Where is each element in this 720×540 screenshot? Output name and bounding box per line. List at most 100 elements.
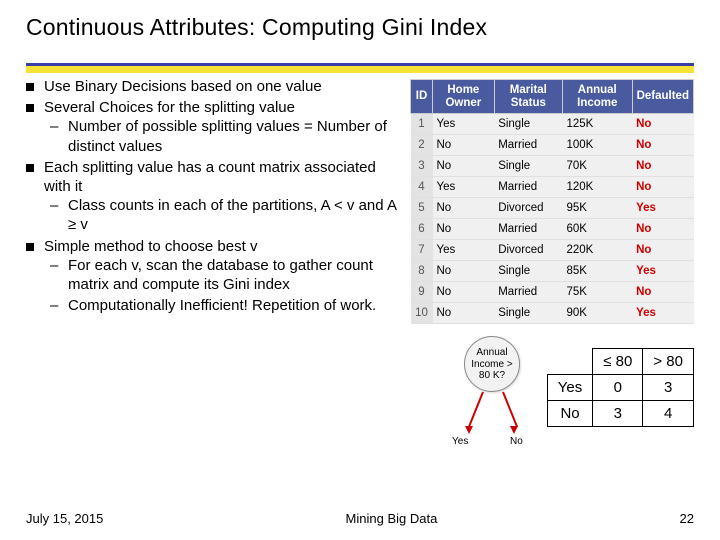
slide: Continuous Attributes: Computing Gini In… [0, 0, 720, 540]
table-cell: 95K [563, 198, 633, 219]
sub-bullet-text: Computationally Inefficient! Repetition … [68, 297, 376, 314]
table-row: 3NoSingle70KNo [411, 156, 694, 177]
bullet: Simple method to choose best v For each … [26, 237, 400, 316]
th-marital: Marital Status [494, 80, 562, 114]
table-row: 7YesDivorced220KNo [411, 240, 694, 261]
table-cell: 9 [411, 282, 433, 303]
table-cell: 5 [411, 198, 433, 219]
arrowhead-icon [510, 426, 518, 434]
count-matrix: ≤ 80 > 80 Yes 0 3 No 3 4 [547, 348, 694, 427]
data-table: ID Home Owner Marital Status Annual Inco… [410, 79, 694, 324]
table-cell: 125K [563, 114, 633, 135]
count-cell: 3 [643, 375, 694, 401]
bullet-text: Simple method to choose best v [44, 238, 257, 255]
table-cell: 75K [563, 282, 633, 303]
table-cell: Divorced [494, 198, 562, 219]
table-cell: No [632, 177, 693, 198]
branch-label-yes: Yes [452, 436, 468, 447]
table-cell: Yes [632, 303, 693, 324]
footer-center: Mining Big Data [346, 511, 438, 526]
table-row: 9NoMarried75KNo [411, 282, 694, 303]
footer-page: 22 [680, 511, 694, 526]
table-cell: Married [494, 135, 562, 156]
footer: July 15, 2015 Mining Big Data 22 [26, 511, 694, 526]
sub-bullet-text: For each v, scan the database to gather … [68, 257, 373, 293]
bullet-text: Use Binary Decisions based on one value [44, 78, 322, 95]
table-cell: No [433, 198, 495, 219]
table-row: 2NoMarried100KNo [411, 135, 694, 156]
table-cell: No [433, 156, 495, 177]
right-panel: ID Home Owner Marital Status Annual Inco… [406, 77, 694, 448]
table-cell: Yes [632, 261, 693, 282]
sub-bullet-text: Class counts in each of the partitions, … [68, 197, 396, 233]
table-cell: 90K [563, 303, 633, 324]
table-cell: Single [494, 114, 562, 135]
sub-bullet: For each v, scan the database to gather … [50, 256, 400, 294]
branch-label-no: No [510, 436, 523, 447]
table-cell: 1 [411, 114, 433, 135]
table-cell: 8 [411, 261, 433, 282]
th-home: Home Owner [433, 80, 495, 114]
count-cell: 4 [643, 401, 694, 427]
table-cell: Yes [433, 240, 495, 261]
table-cell: 7 [411, 240, 433, 261]
count-row-no: No [547, 401, 592, 427]
bullet-text: Several Choices for the splitting value [44, 99, 295, 116]
count-cell: 3 [593, 401, 643, 427]
bullet: Use Binary Decisions based on one value [26, 77, 400, 96]
table-row: 5NoDivorced95KYes [411, 198, 694, 219]
count-col-le80: ≤ 80 [593, 349, 643, 375]
table-cell: Yes [433, 177, 495, 198]
footer-date: July 15, 2015 [26, 511, 103, 526]
table-row: 1YesSingle125KNo [411, 114, 694, 135]
count-col-gt80: > 80 [643, 349, 694, 375]
table-cell: 85K [563, 261, 633, 282]
table-cell: 3 [411, 156, 433, 177]
table-cell: Single [494, 303, 562, 324]
table-cell: Married [494, 282, 562, 303]
table-cell: No [433, 219, 495, 240]
bullet-text: Each splitting value has a count matrix … [44, 159, 376, 195]
bullet: Each splitting value has a count matrix … [26, 158, 400, 235]
sub-bullet: Class counts in each of the partitions, … [50, 196, 400, 234]
table-cell: No [632, 114, 693, 135]
title-rule [26, 63, 694, 73]
branch-line-yes [468, 392, 484, 428]
th-income: Annual Income [563, 80, 633, 114]
table-cell: Yes [433, 114, 495, 135]
blank-cell [547, 349, 592, 375]
table-cell: No [433, 303, 495, 324]
table-cell: 60K [563, 219, 633, 240]
table-cell: Married [494, 219, 562, 240]
table-cell: 220K [563, 240, 633, 261]
sub-bullet: Computationally Inefficient! Repetition … [50, 296, 400, 315]
table-cell: 6 [411, 219, 433, 240]
branch-line-no [502, 392, 518, 428]
table-cell: No [632, 282, 693, 303]
th-id: ID [411, 80, 433, 114]
table-row: 8NoSingle85KYes [411, 261, 694, 282]
table-cell: 100K [563, 135, 633, 156]
table-row: 6NoMarried60KNo [411, 219, 694, 240]
table-cell: No [632, 156, 693, 177]
table-cell: Yes [632, 198, 693, 219]
slide-title: Continuous Attributes: Computing Gini In… [26, 14, 694, 41]
table-cell: 10 [411, 303, 433, 324]
table-cell: Single [494, 156, 562, 177]
sub-bullet-text: Number of possible splitting values = Nu… [68, 118, 387, 154]
bullet: Several Choices for the splitting value … [26, 98, 400, 156]
table-cell: No [632, 135, 693, 156]
th-defaulted: Defaulted [632, 80, 693, 114]
table-cell: No [433, 135, 495, 156]
table-cell: Single [494, 261, 562, 282]
table-cell: Divorced [494, 240, 562, 261]
arrowhead-icon [465, 426, 473, 434]
split-diagram: Annual Income > 80 K? Yes No ≤ 80 > 80 [410, 330, 694, 448]
table-row: 4YesMarried120KNo [411, 177, 694, 198]
table-cell: Married [494, 177, 562, 198]
table-cell: 120K [563, 177, 633, 198]
table-cell: 4 [411, 177, 433, 198]
table-cell: No [632, 240, 693, 261]
table-cell: 70K [563, 156, 633, 177]
count-cell: 0 [593, 375, 643, 401]
